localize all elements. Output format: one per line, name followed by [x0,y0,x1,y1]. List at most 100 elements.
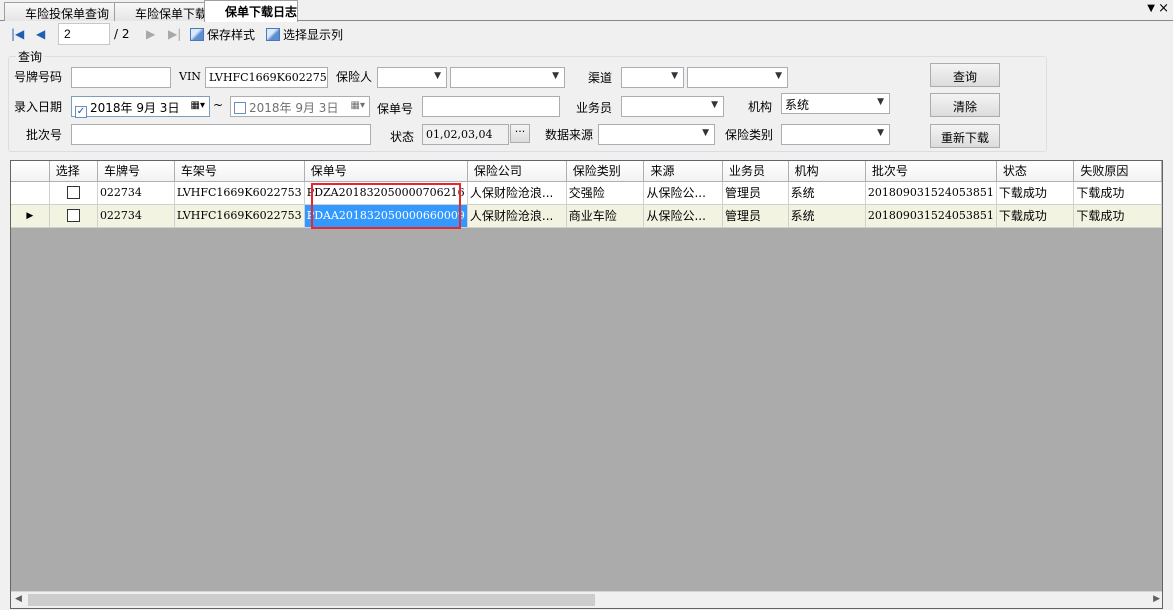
col-header-org[interactable]: 机构 [788,161,866,182]
calendar-dropdown-icon[interactable]: ▦▾ [351,100,365,111]
policy-no-input[interactable] [422,96,560,117]
choose-columns-button[interactable]: 选择显示列 [266,26,343,43]
vin-input[interactable]: LVHFC1669K6022753 [205,67,328,88]
date-from-picker[interactable]: ✓ 2018年 9月 3日 ▦▾ [71,96,210,118]
org-select[interactable]: 系统 ▼ [781,93,890,114]
tab-policy-query[interactable]: 车险投保单查询 [4,2,116,21]
col-header-fail-reason[interactable]: 失败原因 [1073,161,1162,182]
batch-input[interactable] [71,124,371,145]
policy-cell[interactable]: PDZA201832050000706216 [304,181,468,205]
search-button[interactable]: 查询 [930,63,1000,87]
source-cell[interactable]: 从保险公... [643,204,723,228]
insurance-type-cell[interactable]: 商业车险 [566,204,645,228]
col-header-source[interactable]: 来源 [643,161,723,182]
batch-cell[interactable]: 20180903152405385​1 [865,181,997,205]
plate-cell[interactable]: 022734 [97,181,175,205]
prev-page-icon[interactable]: ◀ [36,27,45,41]
first-page-icon[interactable]: |◀ [11,27,24,41]
salesman-label: 业务员 [576,101,613,115]
entry-date-label: 录入日期 [14,100,63,114]
scroll-right-icon[interactable]: ▶ [1153,594,1160,604]
salesman-cell[interactable]: 管理员 [722,181,789,205]
next-page-icon[interactable]: ▶ [146,27,155,41]
insurance-type-select[interactable]: ▼ [781,124,890,145]
status-picker-button[interactable]: ··· [510,124,530,143]
chevron-down-icon: ▼ [775,71,782,81]
picture-icon [266,28,280,41]
close-icon[interactable]: × [1158,1,1169,16]
plate-cell[interactable]: 022734 [97,204,175,228]
redownload-button[interactable]: 重新下载 [930,124,1000,148]
plate-input[interactable] [71,67,171,88]
salesman-select[interactable]: ▼ [621,96,724,117]
insurer-select[interactable]: ▼ [377,67,447,88]
vin-cell[interactable]: LVHFC1669K6022753 [174,204,305,228]
col-header-salesman[interactable]: 业务员 [722,161,789,182]
data-source-select[interactable]: ▼ [598,124,715,145]
status-cell[interactable]: 下载成功 [996,181,1075,205]
insurer-sub-select[interactable]: ▼ [450,67,565,88]
company-cell[interactable]: 人保财险沧浪... [467,204,567,228]
tab-list-dropdown-icon[interactable]: ▼ [1147,3,1155,14]
date-to-checkbox[interactable] [234,102,246,114]
col-header-insurance-type[interactable]: 保险类别 [566,161,645,182]
vin-cell[interactable]: LVHFC1669K6022753 [174,181,305,205]
insurance-type-label: 保险类别 [725,128,774,142]
table-row[interactable]: 022734 LVHFC1669K6022753 PDZA20183205000… [11,181,1162,205]
tab-strip: 车险投保单查询 车险保单下载 保单下载日志 ▼ × [0,0,1173,22]
choose-columns-label: 选择显示列 [283,28,344,42]
scrollbar-thumb[interactable] [28,594,595,606]
batch-cell[interactable]: 20180903152405385​1 [865,204,997,228]
current-row-indicator-icon: ▶ [26,210,34,221]
current-page-input[interactable] [58,23,110,45]
header-row: 选择 车牌号 车架号 保单号 保险公司 保险类别 来源 业务员 机构 批次号 状… [11,161,1162,182]
channel-sub-select[interactable]: ▼ [687,67,788,88]
fail-reason-cell[interactable]: 下载成功 [1073,204,1162,228]
select-cell[interactable] [49,204,98,228]
last-page-icon[interactable]: ▶| [168,27,181,41]
data-source-label: 数据来源 [545,128,594,142]
download-log-grid[interactable]: 选择 车牌号 车架号 保单号 保险公司 保险类别 来源 业务员 机构 批次号 状… [10,160,1163,609]
col-header-status[interactable]: 状态 [996,161,1075,182]
col-header-batch[interactable]: 批次号 [865,161,997,182]
insurance-type-cell[interactable]: 交强险 [566,181,645,205]
org-cell[interactable]: 系统 [788,181,866,205]
status-cell[interactable]: 下载成功 [996,204,1075,228]
company-cell[interactable]: 人保财险沧浪... [467,181,567,205]
scroll-left-icon[interactable]: ◀ [15,594,22,604]
save-style-label: 保存样式 [207,28,256,42]
clear-button[interactable]: 清除 [930,93,1000,117]
calendar-dropdown-icon[interactable]: ▦▾ [191,100,205,111]
date-to-picker[interactable]: 2018年 9月 3日 ▦▾ [230,96,370,117]
org-label: 机构 [748,100,773,114]
table-row[interactable]: ▶ 022734 LVHFC1669K6022753 PDAA201832050… [11,204,1162,228]
chevron-down-icon: ▼ [552,71,559,81]
policy-cell-selected[interactable]: PDAA201832050000660009 [304,204,468,228]
col-header-vin[interactable]: 车架号 [174,161,305,182]
policy-no-label: 保单号 [377,102,414,116]
channel-label: 渠道 [588,71,613,85]
vin-label: VIN [179,70,201,83]
row-header[interactable] [11,181,50,205]
date-from-checkbox[interactable]: ✓ [75,106,87,118]
col-header-company[interactable]: 保险公司 [467,161,567,182]
tab-policy-download[interactable]: 车险保单下载 [114,2,207,21]
select-cell[interactable] [49,181,98,205]
chevron-down-icon: ▼ [434,71,441,81]
col-header-select[interactable]: 选择 [49,161,98,182]
tab-download-log[interactable]: 保单下载日志 [204,0,298,22]
channel-select[interactable]: ▼ [621,67,684,88]
row-checkbox[interactable] [66,209,80,222]
row-checkbox[interactable] [66,186,80,199]
fail-reason-cell[interactable]: 下载成功 [1073,181,1162,205]
col-header-policy-no[interactable]: 保单号 [304,161,468,182]
save-style-button[interactable]: 保存样式 [190,26,255,43]
org-cell[interactable]: 系统 [788,204,866,228]
plate-label: 号牌号码 [14,70,63,84]
source-cell[interactable]: 从保险公... [643,181,723,205]
salesman-cell[interactable]: 管理员 [722,204,789,228]
horizontal-scrollbar[interactable]: ◀ ▶ [11,591,1162,608]
row-header[interactable]: ▶ [11,204,50,228]
col-header-plate[interactable]: 车牌号 [97,161,175,182]
status-input[interactable]: 01,02,03,04 [422,124,509,145]
